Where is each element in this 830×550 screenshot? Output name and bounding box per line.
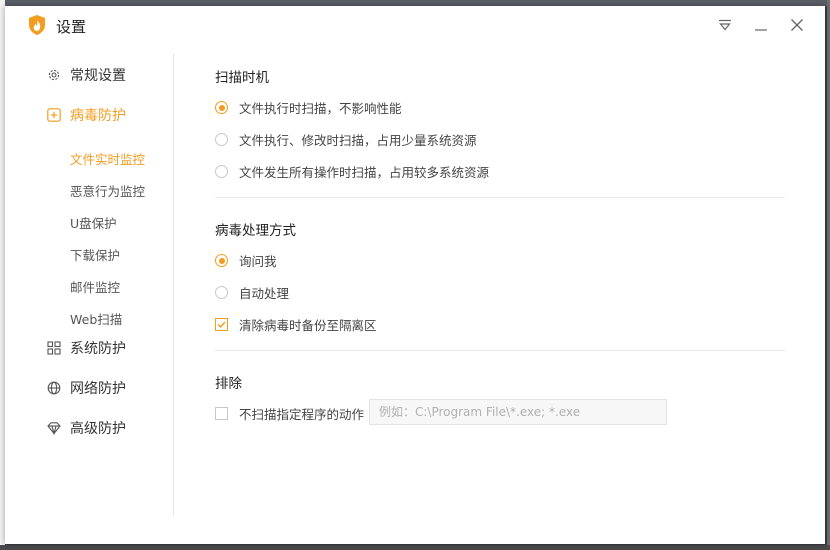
title-bar[interactable]: 设置 (5, 6, 825, 44)
exclude-program-option[interactable]: 不扫描指定程序的动作 (215, 404, 364, 423)
virus-handling-option-auto[interactable]: 自动处理 (215, 283, 289, 302)
section-divider (215, 197, 785, 198)
subnav-usb-protection[interactable]: U盘保护 (70, 213, 117, 232)
scan-timing-option-execute-modify-label: 文件执行、修改时扫描，占用少量系统资源 (239, 133, 477, 148)
flame-shield-icon (27, 14, 47, 36)
scan-timing-title: 扫描时机 (215, 70, 269, 86)
nav-system-protection-label: 系统防护 (70, 341, 126, 357)
settings-sidebar: 常规设置 病毒防护 文件实时监控 恶意行为监控 U盘保护 下载保护 邮件监控 W… (5, 54, 174, 516)
scan-timing-option-execute[interactable]: 文件执行时扫描，不影响性能 (215, 98, 402, 117)
close-icon[interactable] (785, 14, 809, 36)
dropdown-menu-icon[interactable] (713, 14, 737, 36)
radio-button[interactable] (215, 133, 228, 146)
window-title: 设置 (56, 18, 87, 36)
exclude-path-input[interactable] (369, 399, 667, 425)
radio-button-selected[interactable] (215, 254, 228, 267)
subnav-email-monitor[interactable]: 邮件监控 (70, 277, 120, 296)
nav-general-settings-label: 常规设置 (70, 68, 126, 84)
minimize-icon[interactable] (749, 14, 773, 36)
scan-timing-option-execute-label: 文件执行时扫描，不影响性能 (239, 101, 402, 116)
nav-advanced-protection[interactable]: 高级防护 (47, 417, 126, 439)
nav-advanced-protection-label: 高级防护 (70, 421, 126, 437)
backup-checkbox[interactable] (215, 318, 228, 331)
virus-handling-option-ask-label: 询问我 (239, 254, 277, 269)
exclude-checkbox[interactable] (215, 407, 228, 420)
virus-handling-option-ask[interactable]: 询问我 (215, 251, 277, 270)
scan-timing-option-all-operations-label: 文件发生所有操作时扫描，占用较多系统资源 (239, 165, 490, 180)
radio-button-selected[interactable] (215, 101, 228, 114)
backup-to-quarantine-option[interactable]: 清除病毒时备份至隔离区 (215, 315, 377, 334)
virus-handling-option-auto-label: 自动处理 (239, 286, 290, 301)
exclude-title: 排除 (215, 376, 242, 392)
radio-button[interactable] (215, 286, 228, 299)
backup-to-quarantine-label: 清除病毒时备份至隔离区 (239, 318, 377, 333)
check-mark-icon (217, 321, 226, 329)
settings-window: 设置 常规设置 病毒防护 文件实时监控 恶意行为监控 U盘保护 下载保护 邮件监… (5, 6, 825, 544)
section-divider (215, 350, 785, 351)
globe-icon (47, 381, 61, 395)
radio-button[interactable] (215, 165, 228, 178)
gear-icon (47, 68, 61, 82)
virus-handling-title: 病毒处理方式 (215, 223, 296, 239)
subnav-malicious-behavior-monitor[interactable]: 恶意行为监控 (70, 181, 145, 200)
diamond-icon (47, 421, 61, 436)
background-strip-bottom (0, 545, 830, 550)
scan-timing-option-all-operations[interactable]: 文件发生所有操作时扫描，占用较多系统资源 (215, 162, 489, 181)
plus-square-icon (47, 108, 61, 122)
grid-blocks-icon (47, 341, 61, 355)
subnav-file-realtime-monitor[interactable]: 文件实时监控 (70, 149, 145, 168)
nav-virus-protection-label: 病毒防护 (70, 108, 126, 124)
subnav-download-protection[interactable]: 下载保护 (70, 245, 120, 264)
nav-system-protection[interactable]: 系统防护 (47, 337, 126, 359)
nav-virus-protection[interactable]: 病毒防护 (47, 104, 126, 126)
nav-network-protection-label: 网络防护 (70, 381, 126, 397)
nav-general-settings[interactable]: 常规设置 (47, 64, 126, 86)
nav-network-protection[interactable]: 网络防护 (47, 377, 126, 399)
scan-timing-option-execute-modify[interactable]: 文件执行、修改时扫描，占用少量系统资源 (215, 130, 477, 149)
exclude-program-label: 不扫描指定程序的动作 (239, 407, 365, 422)
subnav-web-scan[interactable]: Web扫描 (70, 309, 122, 328)
